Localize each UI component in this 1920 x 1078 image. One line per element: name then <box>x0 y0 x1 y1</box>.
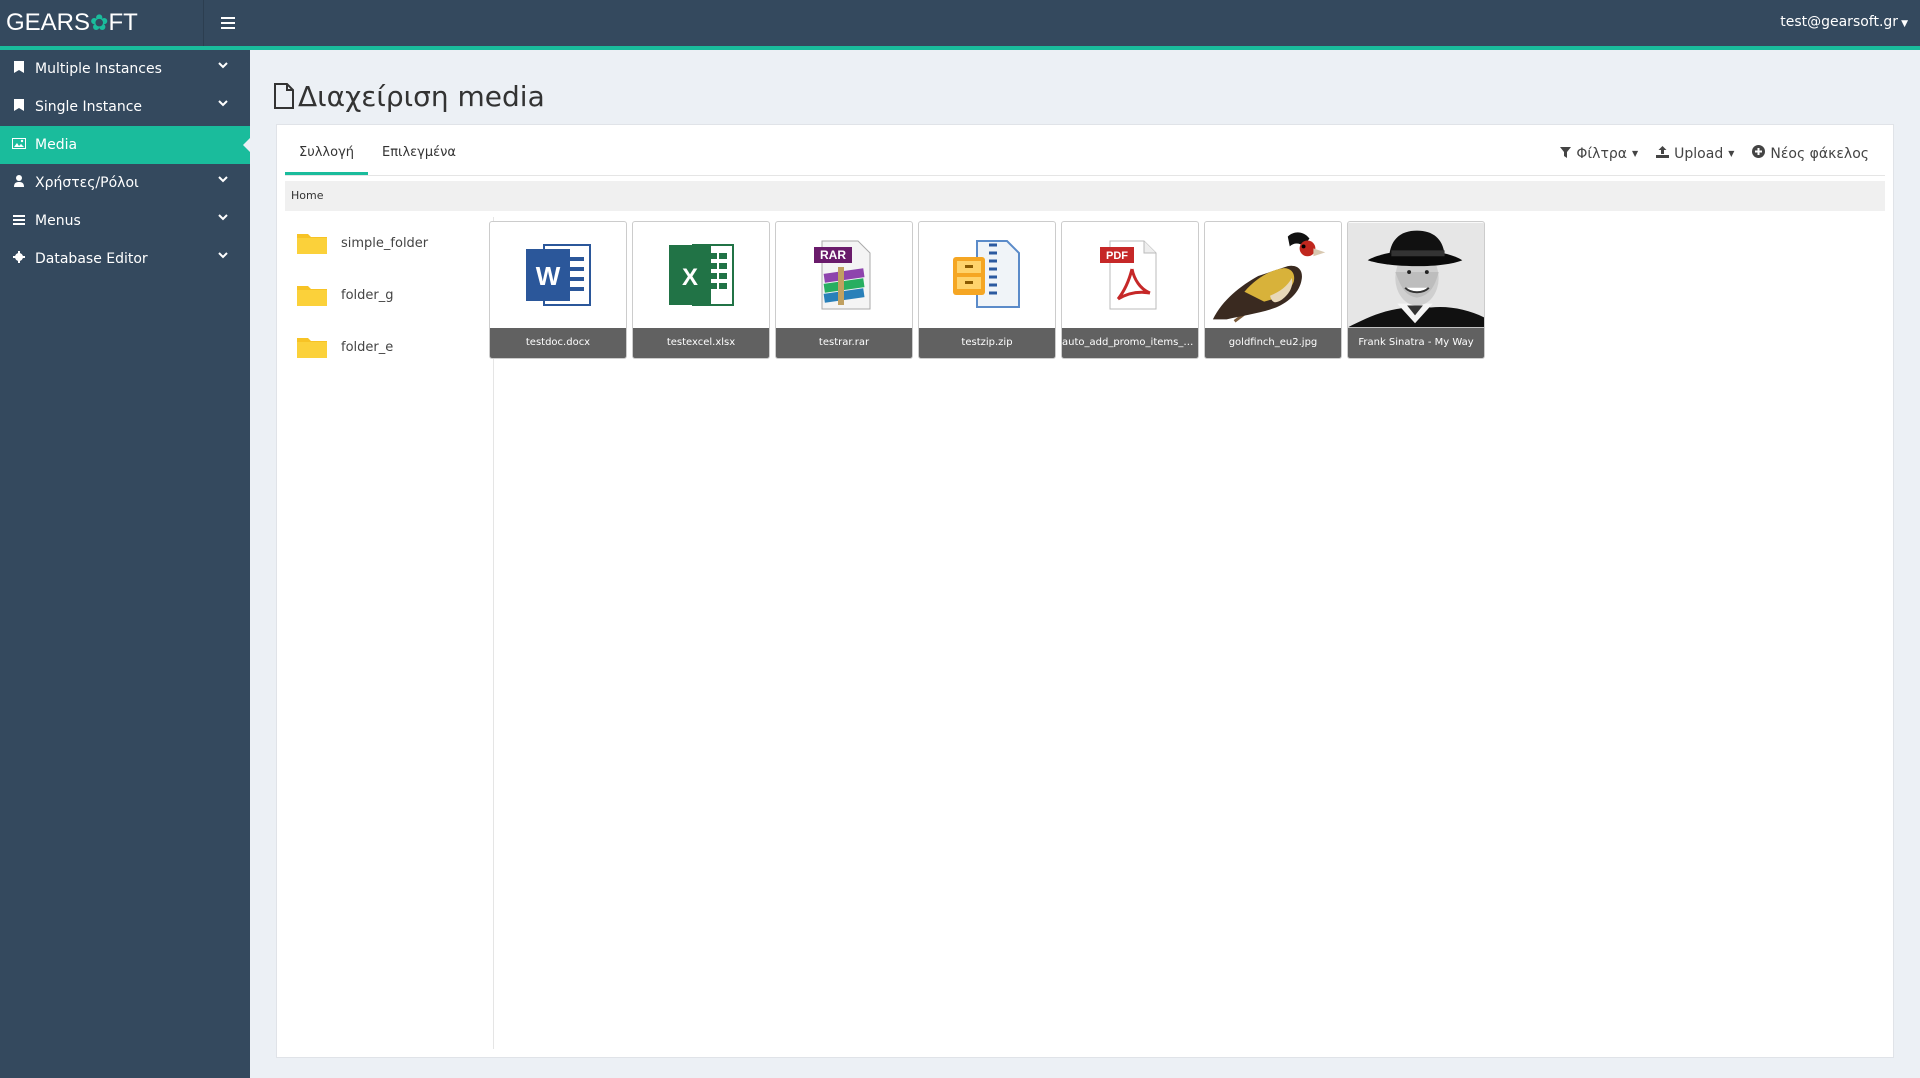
file-tile[interactable]: Frank Sinatra - My Way <box>1347 221 1485 359</box>
file-name: Frank Sinatra - My Way <box>1348 328 1484 358</box>
sidebar: Multiple Instances Single Instance Media… <box>0 50 250 1078</box>
filters-label: Φίλτρα <box>1576 145 1627 162</box>
breadcrumb-home[interactable]: Home <box>291 189 323 202</box>
sidebar-item-users-roles[interactable]: Χρήστες/Ρόλοι <box>0 164 250 202</box>
filters-dropdown[interactable]: Φίλτρα ▼ <box>1560 145 1638 162</box>
logo[interactable]: GEARS✿FT <box>6 9 138 37</box>
user-menu[interactable]: test@gearsoft.gr ▼ <box>1780 14 1908 30</box>
top-navbar: GEARS✿FT test@gearsoft.gr ▼ <box>0 0 1920 50</box>
excel-icon: X <box>633 222 769 328</box>
chevron-down-icon <box>218 251 228 262</box>
page-title: Διαχείριση media <box>274 80 545 116</box>
tab-collection[interactable]: Συλλογή <box>285 125 369 175</box>
user-email: test@gearsoft.gr <box>1780 14 1899 30</box>
sidebar-item-menus[interactable]: Menus <box>0 202 250 240</box>
tab-selected[interactable]: Επιλεγμένα <box>368 125 470 175</box>
logo-text-right: FT <box>108 9 138 36</box>
sidebar-item-database-editor[interactable]: Database Editor <box>0 240 250 278</box>
zip-icon <box>919 222 1055 328</box>
pdf-icon: PDF <box>1062 222 1198 328</box>
file-name: testrar.rar <box>776 328 912 358</box>
file-name: auto_add_promo_items_u... <box>1062 328 1198 358</box>
filter-icon <box>1560 146 1572 162</box>
new-folder-label: Νέος φάκελος <box>1770 145 1869 162</box>
bookmark-icon <box>10 61 28 77</box>
chevron-down-icon <box>218 175 228 186</box>
file-tile[interactable]: testzip.zip <box>918 221 1056 359</box>
sidebar-item-single-instance[interactable]: Single Instance <box>0 88 250 126</box>
svg-text:W: W <box>536 261 561 291</box>
file-name: goldfinch_eu2.jpg <box>1205 328 1341 358</box>
sidebar-item-label: Multiple Instances <box>35 61 162 77</box>
bookmark-icon <box>10 99 28 115</box>
file-name: testzip.zip <box>919 328 1055 358</box>
upload-label: Upload <box>1674 145 1724 162</box>
caret-down-icon: ▼ <box>1632 149 1639 158</box>
media-panel: Συλλογή Επιλεγμένα Φίλτρα ▼ Upload ▼ Νέο… <box>276 124 1894 1058</box>
file-tile[interactable]: PDF auto_add_promo_items_u... <box>1061 221 1199 359</box>
svg-text:RAR: RAR <box>820 248 846 262</box>
sidebar-item-label: Menus <box>35 213 81 229</box>
logo-gear-icon: ✿ <box>90 10 109 35</box>
user-icon <box>10 175 28 191</box>
page-title-text: Διαχείριση media <box>298 80 545 113</box>
sidebar-item-media[interactable]: Media <box>0 126 250 164</box>
folder-name: folder_g <box>341 287 394 303</box>
sidebar-item-multiple-instances[interactable]: Multiple Instances <box>0 50 250 88</box>
word-icon: W <box>490 222 626 328</box>
caret-down-icon: ▼ <box>1728 149 1735 158</box>
chevron-down-icon <box>218 213 228 224</box>
caret-down-icon: ▼ <box>1901 19 1908 29</box>
goldfinch-image <box>1205 222 1341 328</box>
logo-text-left: GEARS <box>6 9 91 36</box>
file-grid: W testdoc.docx X testexcel.xlsx RAR test… <box>489 221 1485 359</box>
sidebar-item-label: Media <box>35 137 78 153</box>
file-tile[interactable]: W testdoc.docx <box>489 221 627 359</box>
gear-icon <box>10 251 28 267</box>
sidebar-item-label: Single Instance <box>35 99 143 115</box>
file-name: testexcel.xlsx <box>633 328 769 358</box>
sidebar-item-label: Χρήστες/Ρόλοι <box>35 175 139 191</box>
folder-name: simple_folder <box>341 235 429 251</box>
file-tile[interactable]: RAR testrar.rar <box>775 221 913 359</box>
plus-circle-icon <box>1752 145 1766 162</box>
upload-dropdown[interactable]: Upload ▼ <box>1656 145 1734 162</box>
tabs: Συλλογή Επιλεγμένα <box>285 125 470 175</box>
svg-text:X: X <box>682 264 698 291</box>
folder-name: folder_e <box>341 339 394 355</box>
folder-icon <box>297 284 327 306</box>
list-icon <box>10 214 28 229</box>
folder-icon <box>297 336 327 358</box>
folder-item[interactable]: folder_g <box>285 269 493 321</box>
folder-item[interactable]: folder_e <box>285 321 493 373</box>
portrait-image <box>1348 222 1484 328</box>
upload-icon <box>1656 145 1670 162</box>
file-tile[interactable]: goldfinch_eu2.jpg <box>1204 221 1342 359</box>
sidebar-toggle-button[interactable] <box>203 0 252 46</box>
hamburger-icon <box>221 17 235 29</box>
chevron-down-icon <box>218 99 228 110</box>
chevron-down-icon <box>218 61 228 72</box>
toolbar: Φίλτρα ▼ Upload ▼ Νέος φάκελος <box>1560 145 1869 162</box>
breadcrumb: Home <box>285 181 1885 211</box>
folder-icon <box>297 232 327 254</box>
new-folder-button[interactable]: Νέος φάκελος <box>1752 145 1869 162</box>
tab-divider <box>285 175 1885 176</box>
folder-list: simple_folder folder_g folder_e <box>285 217 494 1049</box>
image-icon <box>10 137 28 153</box>
svg-text:PDF: PDF <box>1106 250 1128 262</box>
file-tile[interactable]: X testexcel.xlsx <box>632 221 770 359</box>
sidebar-item-label: Database Editor <box>35 251 148 267</box>
file-icon <box>274 83 294 116</box>
rar-icon: RAR <box>776 222 912 328</box>
folder-item[interactable]: simple_folder <box>285 217 493 269</box>
file-name: testdoc.docx <box>490 328 626 358</box>
